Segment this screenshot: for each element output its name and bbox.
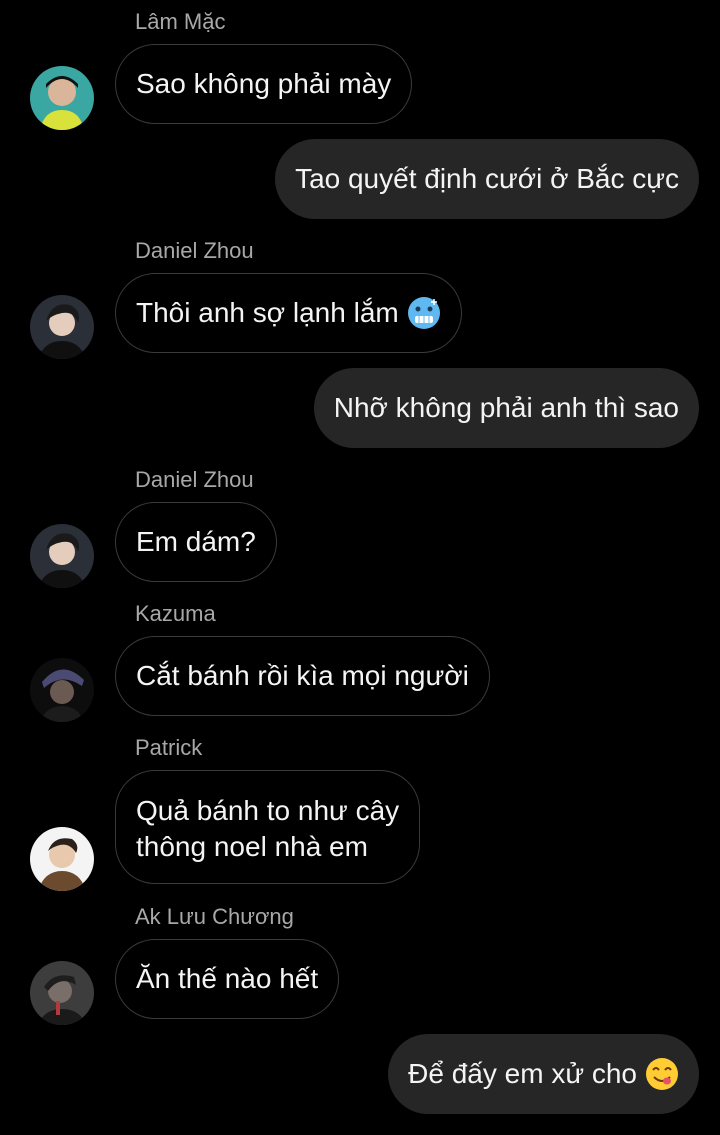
avatar-photo-icon (30, 66, 94, 130)
avatar[interactable] (30, 827, 94, 891)
outgoing-message-bubble[interactable]: Để đấy em xử cho (388, 1034, 699, 1114)
incoming-message-bubble[interactable]: Sao không phải mày (115, 44, 413, 124)
message-text: Nhỡ không phải anh thì sao (333, 392, 679, 423)
outgoing-message-bubble[interactable]: Tao quyết định cưới ở Bắc cực (275, 139, 699, 219)
avatar[interactable] (30, 961, 94, 1025)
avatar-photo-icon (30, 827, 94, 891)
avatar[interactable] (30, 66, 94, 130)
sender-name: Lâm Mặc (135, 9, 226, 34)
sender-name: Daniel Zhou (135, 238, 254, 263)
avatar-photo-icon (30, 295, 94, 359)
message-text: Thôi anh sợ lạnh lắm (136, 297, 399, 328)
message-text-line: Quả bánh to như cây (136, 795, 400, 826)
avatar[interactable] (30, 524, 94, 588)
outgoing-message-bubble[interactable]: Nhỡ không phải anh thì sao (313, 368, 699, 448)
sender-name: Kazuma (135, 601, 216, 626)
incoming-message-bubble[interactable]: Quả bánh to như cây thông noel nhà em (115, 770, 421, 884)
avatar-photo-icon (30, 658, 94, 722)
sender-name: Patrick (135, 735, 203, 760)
avatar[interactable] (30, 295, 94, 359)
message-text: Cắt bánh rồi kìa mọi người (136, 660, 469, 691)
message-text-line: thông noel nhà em (136, 831, 368, 862)
incoming-message-bubble[interactable]: Em dám? (115, 502, 277, 582)
avatar-photo-icon (30, 961, 94, 1025)
avatar-photo-icon (30, 524, 94, 588)
message-text: Ăn thế nào hết (136, 963, 319, 994)
message-text: Em dám? (136, 526, 256, 557)
cold-face-emoji-icon (407, 296, 441, 330)
message-text: Tao quyết định cưới ở Bắc cực (295, 163, 679, 194)
savoring-food-face-emoji-icon (645, 1057, 679, 1091)
incoming-message-bubble[interactable]: Thôi anh sợ lạnh lắm (115, 273, 462, 353)
incoming-message-bubble[interactable]: Ăn thế nào hết (115, 939, 340, 1019)
message-text: Sao không phải mày (136, 68, 392, 99)
avatar[interactable] (30, 658, 94, 722)
sender-name: Ak Lưu Chương (135, 904, 294, 929)
sender-name: Daniel Zhou (135, 467, 254, 492)
message-text: Để đấy em xử cho (408, 1058, 637, 1089)
incoming-message-bubble[interactable]: Cắt bánh rồi kìa mọi người (115, 636, 490, 716)
